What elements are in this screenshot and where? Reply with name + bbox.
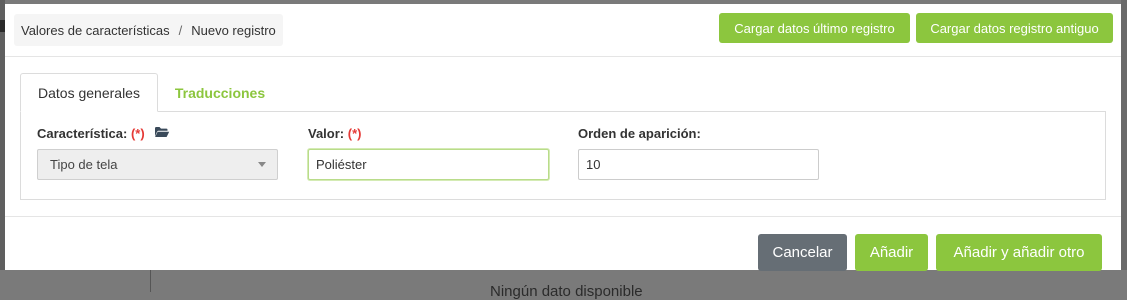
caracteristica-select-value: Tipo de tela xyxy=(50,157,118,172)
tab-general-data[interactable]: Datos generales xyxy=(20,73,158,112)
orden-input[interactable] xyxy=(578,149,819,180)
chevron-down-icon xyxy=(258,162,266,167)
valor-label: Valor: (*) xyxy=(308,126,361,141)
caracteristica-required-mark: (*) xyxy=(130,126,145,141)
add-button[interactable]: Añadir xyxy=(855,234,928,271)
caracteristica-select[interactable]: Tipo de tela xyxy=(37,149,278,180)
caracteristica-label: Característica: (*) xyxy=(37,126,170,141)
orden-label: Orden de aparición: xyxy=(578,126,701,141)
valor-required-mark: (*) xyxy=(347,126,362,141)
backdrop-right-edge xyxy=(1121,0,1127,292)
breadcrumb-parent[interactable]: Valores de características xyxy=(21,23,170,38)
backdrop-bottom: Ningún dato disponible xyxy=(0,270,1127,300)
load-old-record-button[interactable]: Cargar datos registro antiguo xyxy=(916,13,1113,43)
cancel-button[interactable]: Cancelar xyxy=(758,234,847,271)
modal-header: Valores de características / Nuevo regis… xyxy=(5,4,1121,57)
general-data-panel: Característica: (*) Tipo de tela Valor: … xyxy=(20,111,1106,200)
load-last-record-button[interactable]: Cargar datos último registro xyxy=(719,13,910,43)
folder-open-icon[interactable] xyxy=(154,126,170,141)
new-record-modal: Valores de características / Nuevo regis… xyxy=(5,4,1121,271)
add-and-add-another-button[interactable]: Añadir y añadir otro xyxy=(936,234,1102,271)
tab-translations[interactable]: Traducciones xyxy=(170,73,270,112)
valor-input[interactable] xyxy=(308,149,549,180)
backdrop-divider xyxy=(150,270,151,292)
breadcrumb-current: Nuevo registro xyxy=(191,22,276,38)
breadcrumb: Valores de características / Nuevo regis… xyxy=(14,14,283,46)
breadcrumb-separator: / xyxy=(178,22,183,38)
modal-footer: Cancelar Añadir Añadir y añadir otro xyxy=(5,216,1121,271)
caracteristica-label-text: Característica: xyxy=(37,126,128,141)
valor-label-text: Valor: xyxy=(308,126,345,141)
